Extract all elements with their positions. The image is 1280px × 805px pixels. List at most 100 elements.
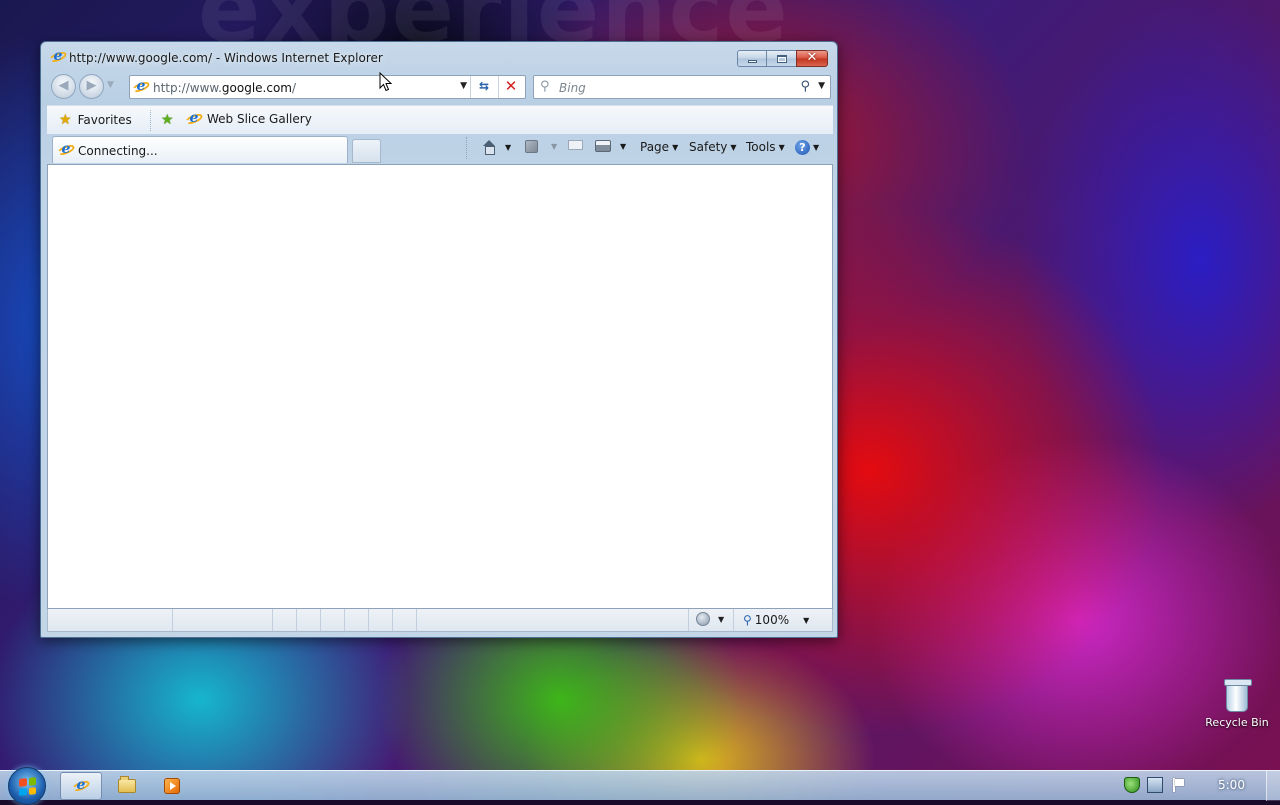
print-button[interactable]: ▼ [595, 140, 626, 152]
favorites-divider [150, 110, 151, 131]
recycle-bin-icon [1224, 679, 1252, 712]
add-to-favorites-bar-button[interactable]: ★ [161, 112, 180, 128]
maximize-button[interactable] [766, 50, 796, 67]
print-dropdown-icon[interactable]: ▼ [620, 142, 626, 151]
home-button[interactable]: ▼ [481, 140, 511, 155]
page-ie-icon: e [131, 78, 151, 95]
safety-dropdown-icon: ▼ [730, 142, 737, 152]
status-cell [416, 609, 417, 631]
zoom-level: 100% [754, 613, 790, 627]
page-menu[interactable]: Page ▼ [640, 140, 678, 154]
windows-logo-icon [19, 777, 36, 796]
zoom-dropdown-icon[interactable]: ▼ [803, 616, 809, 625]
recent-pages-dropdown[interactable]: ▼ [107, 80, 114, 90]
clock[interactable]: 5:00 [1218, 778, 1245, 792]
forward-button[interactable]: ▶ [79, 74, 104, 99]
zone-dropdown-icon[interactable]: ▼ [718, 615, 724, 624]
search-provider-icon: ⚲ [540, 79, 550, 94]
taskbar-windows-explorer[interactable] [106, 772, 148, 800]
tab-row: e Connecting... ▼ ▼ ▼ Page ▼ Safety ▼ To… [47, 134, 833, 164]
favorites-star-icon: ★ [59, 112, 72, 128]
taskbar-media-player[interactable] [151, 772, 193, 800]
home-dropdown-icon[interactable]: ▼ [505, 143, 511, 152]
status-cell [344, 609, 345, 631]
read-mail-button[interactable] [568, 140, 583, 150]
safety-menu-label: Safety [689, 140, 728, 154]
internet-explorer-taskbar-icon: e [71, 777, 91, 794]
status-cell [368, 609, 369, 631]
tools-menu[interactable]: Tools ▼ [746, 140, 785, 154]
flag-icon[interactable] [1170, 777, 1186, 793]
help-menu[interactable]: ? ▼ [795, 140, 819, 155]
feeds-dropdown-icon[interactable]: ▼ [551, 142, 557, 151]
refresh-icon[interactable]: ⇆ [473, 79, 495, 96]
back-button[interactable]: ◀ [51, 74, 76, 99]
tab-ie-icon: e [56, 141, 76, 158]
navigation-bar: ◀ ▶ ▼ e http://www.google.com/ ▼ ⇆ ✕ ⚲ B… [49, 73, 831, 99]
network-icon[interactable] [1147, 777, 1163, 793]
address-dropdown-icon[interactable]: ▼ [460, 81, 467, 91]
address-separator [498, 76, 499, 98]
search-input[interactable]: Bing [559, 81, 586, 95]
favorites-bar: ★ Favorites ★ e Web Slice Gallery [47, 105, 833, 134]
security-zone-button[interactable]: ▼ [696, 612, 724, 626]
status-cell [320, 609, 321, 631]
close-icon: ✕ [806, 50, 818, 65]
mouse-cursor-icon [379, 72, 393, 92]
tab-label: Connecting... [78, 144, 158, 158]
stop-icon[interactable]: ✕ [502, 77, 520, 95]
address-bar[interactable]: e http://www.google.com/ ▼ ⇆ ✕ [129, 75, 526, 99]
status-cell [172, 609, 173, 631]
help-icon: ? [795, 140, 810, 155]
print-icon [595, 140, 611, 152]
page-content-area[interactable] [47, 164, 833, 609]
taskbar: e 5:00 [0, 767, 1280, 805]
caption-buttons: ✕ [737, 50, 828, 68]
tools-menu-label: Tools [746, 140, 776, 154]
status-cell [688, 609, 689, 631]
tools-dropdown-icon: ▼ [778, 142, 785, 152]
status-cell [272, 609, 273, 631]
add-favorite-icon: ★ [161, 112, 174, 128]
new-tab-button[interactable] [352, 139, 381, 163]
minimize-icon [748, 60, 757, 63]
title-bar[interactable]: e http://www.google.com/ - Windows Inter… [41, 42, 837, 72]
close-button[interactable]: ✕ [796, 50, 828, 67]
favorites-button[interactable]: ★ Favorites [59, 112, 132, 128]
zoom-button[interactable]: ⚲ 100% ▼ [743, 613, 809, 627]
internet-explorer-icon: e [48, 48, 68, 65]
recycle-bin-label: Recycle Bin [1205, 716, 1269, 729]
tab-connecting[interactable]: e Connecting... [52, 136, 348, 163]
taskbar-internet-explorer[interactable]: e [60, 772, 102, 800]
feeds-button[interactable]: ▼ [525, 140, 557, 153]
url-suffix: / [292, 81, 297, 95]
minimize-button[interactable] [737, 50, 766, 67]
web-slice-gallery-link[interactable]: e Web Slice Gallery [184, 110, 312, 127]
web-slice-ie-icon: e [184, 110, 204, 127]
show-desktop-button[interactable] [1266, 771, 1280, 801]
desktop-icon-recycle-bin[interactable]: Recycle Bin [1200, 679, 1274, 729]
favorites-label: Favorites [77, 113, 132, 127]
search-box[interactable]: ⚲ Bing ⚲ ▼ [533, 75, 831, 99]
status-cell [392, 609, 393, 631]
window-title: http://www.google.com/ - Windows Interne… [69, 51, 383, 65]
notification-area [1124, 777, 1193, 793]
address-separator [470, 76, 471, 98]
back-arrow-icon: ◀ [58, 78, 69, 93]
feeds-icon [525, 140, 538, 153]
address-input[interactable]: http://www.google.com/ [153, 81, 296, 95]
page-dropdown-icon: ▼ [672, 142, 679, 152]
start-button[interactable] [8, 767, 46, 805]
ie-window: e http://www.google.com/ - Windows Inter… [40, 41, 838, 638]
search-icon[interactable]: ⚲ [800, 79, 810, 94]
status-cell [296, 609, 297, 631]
media-player-icon [164, 778, 180, 794]
url-prefix: http://www. [153, 81, 222, 95]
command-bar-divider [466, 137, 467, 159]
status-bar: ▼ ⚲ 100% ▼ [47, 609, 833, 632]
safety-menu[interactable]: Safety ▼ [689, 140, 737, 154]
restore-icon [777, 55, 787, 63]
folder-icon [118, 776, 136, 793]
action-center-icon[interactable] [1124, 777, 1140, 793]
search-options-dropdown-icon[interactable]: ▼ [818, 81, 825, 91]
